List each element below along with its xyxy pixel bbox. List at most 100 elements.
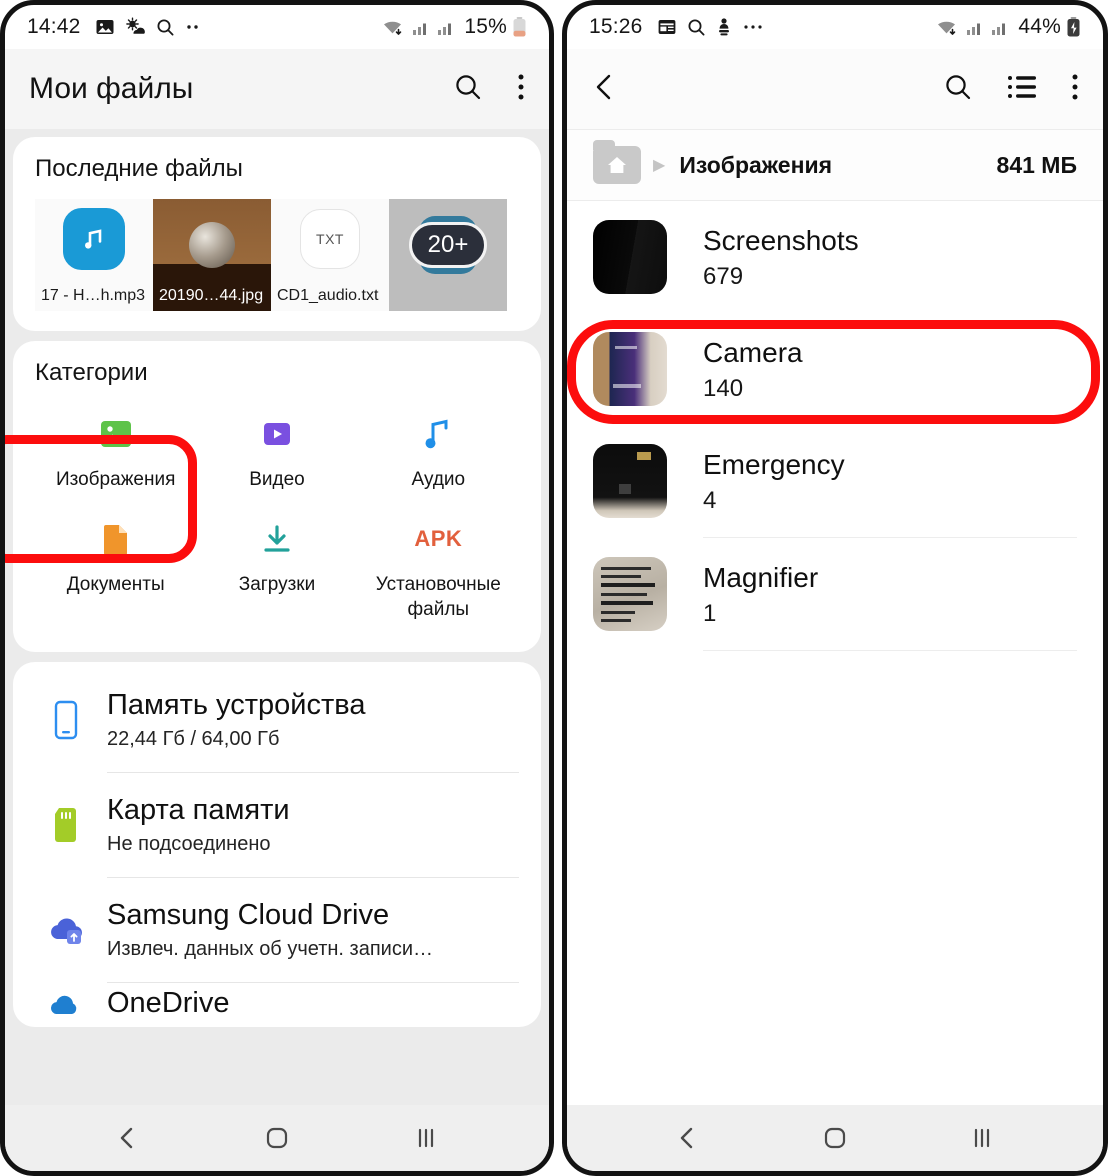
home-folder-icon[interactable] (593, 140, 641, 184)
phone-icon (35, 699, 97, 741)
more-dots-icon (742, 23, 764, 31)
cloud-upload-icon (35, 913, 97, 947)
recents-icon[interactable] (969, 1125, 995, 1151)
left-nav-bar (5, 1105, 549, 1171)
recent-files-title: Последние файлы (35, 155, 243, 182)
folder-row-magnifier[interactable]: Magnifier 1 (593, 538, 1077, 650)
categories-title: Категории (35, 359, 148, 386)
wifi-icon (936, 17, 960, 37)
more-dots-icon (185, 23, 203, 31)
recent-file-name: 17 - H…h.mp3 (41, 287, 146, 304)
categories-grid: Изображения Видео Аудио Документы Загруз… (35, 403, 519, 632)
signal-icon-2 (990, 17, 1010, 37)
gallery-icon (95, 17, 115, 37)
folder-thumbnail (593, 332, 667, 406)
audio-note-icon (63, 208, 125, 270)
folder-list: Screenshots 679 Camera 140 Emergency 4 M… (567, 201, 1103, 651)
category-label: Загрузки (238, 574, 316, 595)
download-manager-icon (716, 17, 732, 37)
category-label: Видео (249, 469, 305, 490)
folder-row-emergency[interactable]: Emergency 4 (593, 425, 1077, 537)
storage-card: Память устройства 22,44 Гб / 64,00 Гб Ка… (13, 662, 541, 1027)
clock-photo (189, 222, 235, 268)
recent-file-more-tile[interactable]: 20+ (389, 199, 507, 311)
category-audio[interactable]: Аудио (358, 403, 519, 502)
storage-row-sdcard[interactable]: Карта памяти Не подсоединено (35, 773, 519, 877)
folder-row-screenshots[interactable]: Screenshots 679 (593, 201, 1077, 313)
recent-file-tile[interactable]: 17 - H…h.mp3 (35, 199, 153, 311)
overflow-menu-icon[interactable] (1071, 72, 1079, 107)
onedrive-icon (35, 994, 97, 1016)
recent-file-name: 20190…44.jpg (159, 287, 264, 304)
battery-percent: 15% (464, 15, 507, 38)
breadcrumb-path: Изображения (679, 151, 833, 178)
storage-row-onedrive[interactable]: OneDrive (35, 983, 519, 1027)
category-label: Установочные файлы (375, 574, 501, 620)
folder-row-camera[interactable]: Camera 140 (593, 313, 1077, 425)
storage-name: OneDrive (107, 987, 230, 1019)
search-icon[interactable] (453, 72, 483, 107)
calendar-icon (657, 17, 677, 37)
apk-badge-text: APK (414, 526, 463, 551)
folder-name: Camera (703, 337, 803, 368)
sd-card-icon (35, 806, 97, 844)
storage-sub: Извлеч. данных об учетн. записи… (107, 938, 433, 960)
back-icon[interactable] (115, 1125, 141, 1151)
page-title: Мои файлы (29, 72, 194, 105)
storage-name: Память устройства (107, 689, 366, 721)
right-app-bar (567, 49, 1103, 129)
search-icon (156, 18, 175, 37)
audio-note-icon (421, 411, 455, 457)
folder-thumbnail (593, 220, 667, 294)
signal-icon-1 (411, 17, 431, 37)
recent-file-tile[interactable]: 20190…44.jpg (153, 199, 271, 311)
image-icon (98, 411, 134, 457)
right-nav-bar (567, 1105, 1103, 1171)
category-label: Аудио (411, 469, 466, 490)
storage-row-samsung-cloud[interactable]: Samsung Cloud Drive Извлеч. данных об уч… (35, 878, 519, 982)
category-video[interactable]: Видео (196, 403, 357, 502)
category-label: Документы (66, 574, 165, 595)
category-apk[interactable]: APK Установочные файлы (358, 508, 519, 632)
document-icon (100, 516, 132, 562)
recent-files-card: Последние файлы 17 - H…h.mp3 20190…44.jp… (13, 137, 541, 331)
screenshot-stage: 14:42 15% Мои файлы Последние файлы 17 -… (0, 0, 1108, 1176)
battery-percent: 44% (1018, 15, 1061, 38)
folder-name: Emergency (703, 449, 845, 480)
left-content: Последние файлы 17 - H…h.mp3 20190…44.jp… (5, 129, 549, 1105)
battery-charging-icon (1066, 16, 1081, 38)
folder-name: Screenshots (703, 225, 859, 256)
left-status-bar: 14:42 15% (5, 5, 549, 49)
back-icon[interactable] (675, 1125, 701, 1151)
category-images[interactable]: Изображения (35, 403, 196, 502)
left-screen: 14:42 15% Мои файлы Последние файлы 17 -… (5, 5, 549, 1171)
status-time: 14:42 (27, 15, 81, 38)
folder-count: 679 (703, 263, 744, 290)
folder-thumbnail (593, 557, 667, 631)
back-icon[interactable] (591, 72, 619, 107)
txt-badge: TXT (300, 209, 360, 269)
category-documents[interactable]: Документы (35, 508, 196, 632)
list-view-icon[interactable] (1007, 74, 1037, 105)
home-icon[interactable] (822, 1125, 848, 1151)
breadcrumb[interactable]: ▶ Изображения 841 МБ (567, 129, 1103, 201)
right-screen: 15:26 44% ▶ Изображения 841 МБ Screensho… (567, 5, 1103, 1171)
search-icon[interactable] (943, 72, 973, 107)
wifi-icon (382, 17, 406, 37)
category-downloads[interactable]: Загрузки (196, 508, 357, 632)
recents-icon[interactable] (413, 1125, 439, 1151)
overflow-menu-icon[interactable] (517, 72, 525, 107)
categories-card: Категории Изображения Видео Аудио Докуме… (13, 341, 541, 652)
recent-file-name: CD1_audio.txt (277, 287, 379, 304)
storage-sub: 22,44 Гб / 64,00 Гб (107, 728, 280, 750)
right-content: ▶ Изображения 841 МБ Screenshots 679 Cam… (567, 129, 1103, 1105)
battery-icon (512, 16, 527, 38)
storage-name: Samsung Cloud Drive (107, 899, 390, 931)
category-label: Изображения (55, 469, 176, 490)
recent-file-tile[interactable]: TXT CD1_audio.txt (271, 199, 389, 311)
right-status-bar: 15:26 44% (567, 5, 1103, 49)
storage-row-device[interactable]: Память устройства 22,44 Гб / 64,00 Гб (35, 668, 519, 772)
video-icon (260, 411, 294, 457)
more-count-badge: 20+ (409, 222, 487, 268)
home-icon[interactable] (264, 1125, 290, 1151)
